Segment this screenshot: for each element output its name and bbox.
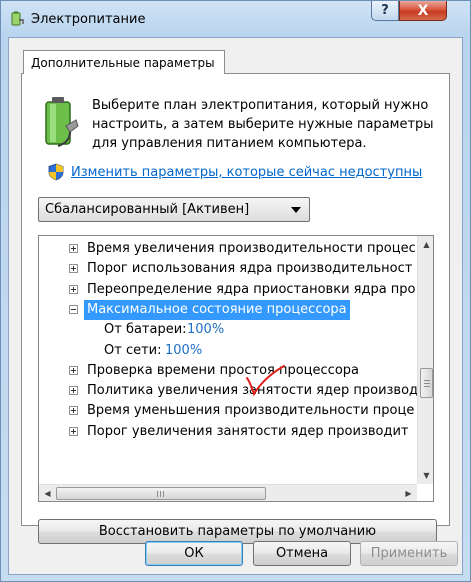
tree-item-label: Время увеличения производительности проц… [87, 241, 416, 256]
tree-item-label: Порог увеличения занятости ядер производ… [87, 423, 409, 439]
tree-item-label: Проверка времени простоя процессора [87, 362, 359, 378]
dialog-client-area: Дополнительные параметры Выберите план э… [8, 37, 463, 575]
expand-plus-icon[interactable] [69, 284, 78, 294]
scroll-right-arrow-icon[interactable]: ▶ [400, 485, 417, 501]
chevron-down-icon [291, 207, 301, 213]
tree-item[interactable]: Проверка времени простоя процессора [39, 361, 417, 381]
tree-item[interactable]: Политика увеличения занятости ядер произ… [39, 381, 417, 401]
change-unavailable-settings-link[interactable]: Изменить параметры, которые сейчас недос… [71, 165, 422, 180]
settings-tree-rows: Время увеличения производительности проц… [39, 236, 417, 482]
tab-panel: Выберите план электропитания, который ну… [21, 73, 450, 544]
cancel-button[interactable]: Отмена [253, 541, 351, 566]
vertical-scroll-thumb[interactable] [420, 368, 433, 398]
tree-item[interactable]: Время увеличения производительности проц… [39, 239, 417, 259]
close-button[interactable]: X [399, 1, 447, 21]
tree-item[interactable]: Время уменьшения производительности проц… [39, 401, 417, 421]
power-plan-icon [11, 11, 24, 26]
tree-subitem[interactable]: От сети: 100% [39, 341, 417, 361]
tree-item[interactable]: Максимальное состояние процессора [39, 299, 417, 320]
horizontal-scrollbar[interactable]: ◀ ▶ [39, 484, 417, 501]
uac-shield-icon [48, 163, 64, 181]
tree-subitem[interactable]: От батареи: 100% [39, 320, 417, 340]
collapse-minus-icon[interactable] [69, 304, 78, 314]
expand-plus-icon[interactable] [69, 365, 78, 375]
ok-button[interactable]: ОК [145, 541, 243, 566]
help-button[interactable]: ? [371, 1, 399, 21]
setting-value-link[interactable]: 100% [165, 341, 202, 361]
vertical-scrollbar[interactable]: ▲ ▼ [417, 236, 433, 484]
tree-item-label: Переопределение ядра приостановки ядра п… [87, 281, 416, 297]
tree-item-label: От батареи: [104, 322, 187, 338]
tree-item-label: От сети: [104, 342, 162, 358]
horizontal-scroll-thumb[interactable] [56, 487, 266, 500]
expand-plus-icon[interactable] [69, 244, 78, 253]
title-bar[interactable]: Электропитание ? X [1, 1, 471, 37]
tree-item-label: Время уменьшения производительности проц… [87, 403, 415, 419]
tree-item-label: Максимальное состояние процессора [84, 299, 350, 320]
expand-plus-icon[interactable] [69, 386, 78, 396]
settings-tree[interactable]: Время увеличения производительности проц… [38, 235, 434, 502]
hand-drawn-checkmark-icon [246, 365, 285, 397]
scroll-up-arrow-icon[interactable]: ▲ [418, 236, 433, 253]
scroll-left-arrow-icon[interactable]: ◀ [39, 485, 56, 501]
expand-plus-icon[interactable] [69, 264, 78, 274]
tree-item[interactable]: Переопределение ядра приостановки ядра п… [39, 280, 417, 300]
scroll-down-arrow-icon[interactable]: ▼ [418, 467, 433, 484]
power-plan-select-value: Сбалансированный [Активен] [45, 202, 250, 217]
setting-value-link[interactable]: 100% [187, 320, 224, 340]
power-plan-select[interactable]: Сбалансированный [Активен] [38, 197, 310, 222]
power-options-window: Электропитание ? X Дополнительные параме… [0, 0, 471, 582]
close-icon: X [417, 2, 429, 19]
description-text: Выберите план электропитания, который ну… [92, 98, 434, 151]
battery-icon [45, 97, 79, 147]
tab-advanced-settings[interactable]: Дополнительные параметры [23, 50, 225, 74]
help-icon: ? [381, 3, 389, 18]
tree-item-label: Порог использования ядра производительно… [87, 261, 413, 277]
apply-button[interactable]: Применить [360, 541, 458, 566]
expand-plus-icon[interactable] [69, 406, 78, 416]
tree-item[interactable]: Порог увеличения занятости ядер производ… [39, 422, 417, 442]
tree-item[interactable]: Порог использования ядра производительно… [39, 259, 417, 279]
window-title: Электропитание [31, 12, 146, 27]
expand-plus-icon[interactable] [69, 426, 78, 436]
